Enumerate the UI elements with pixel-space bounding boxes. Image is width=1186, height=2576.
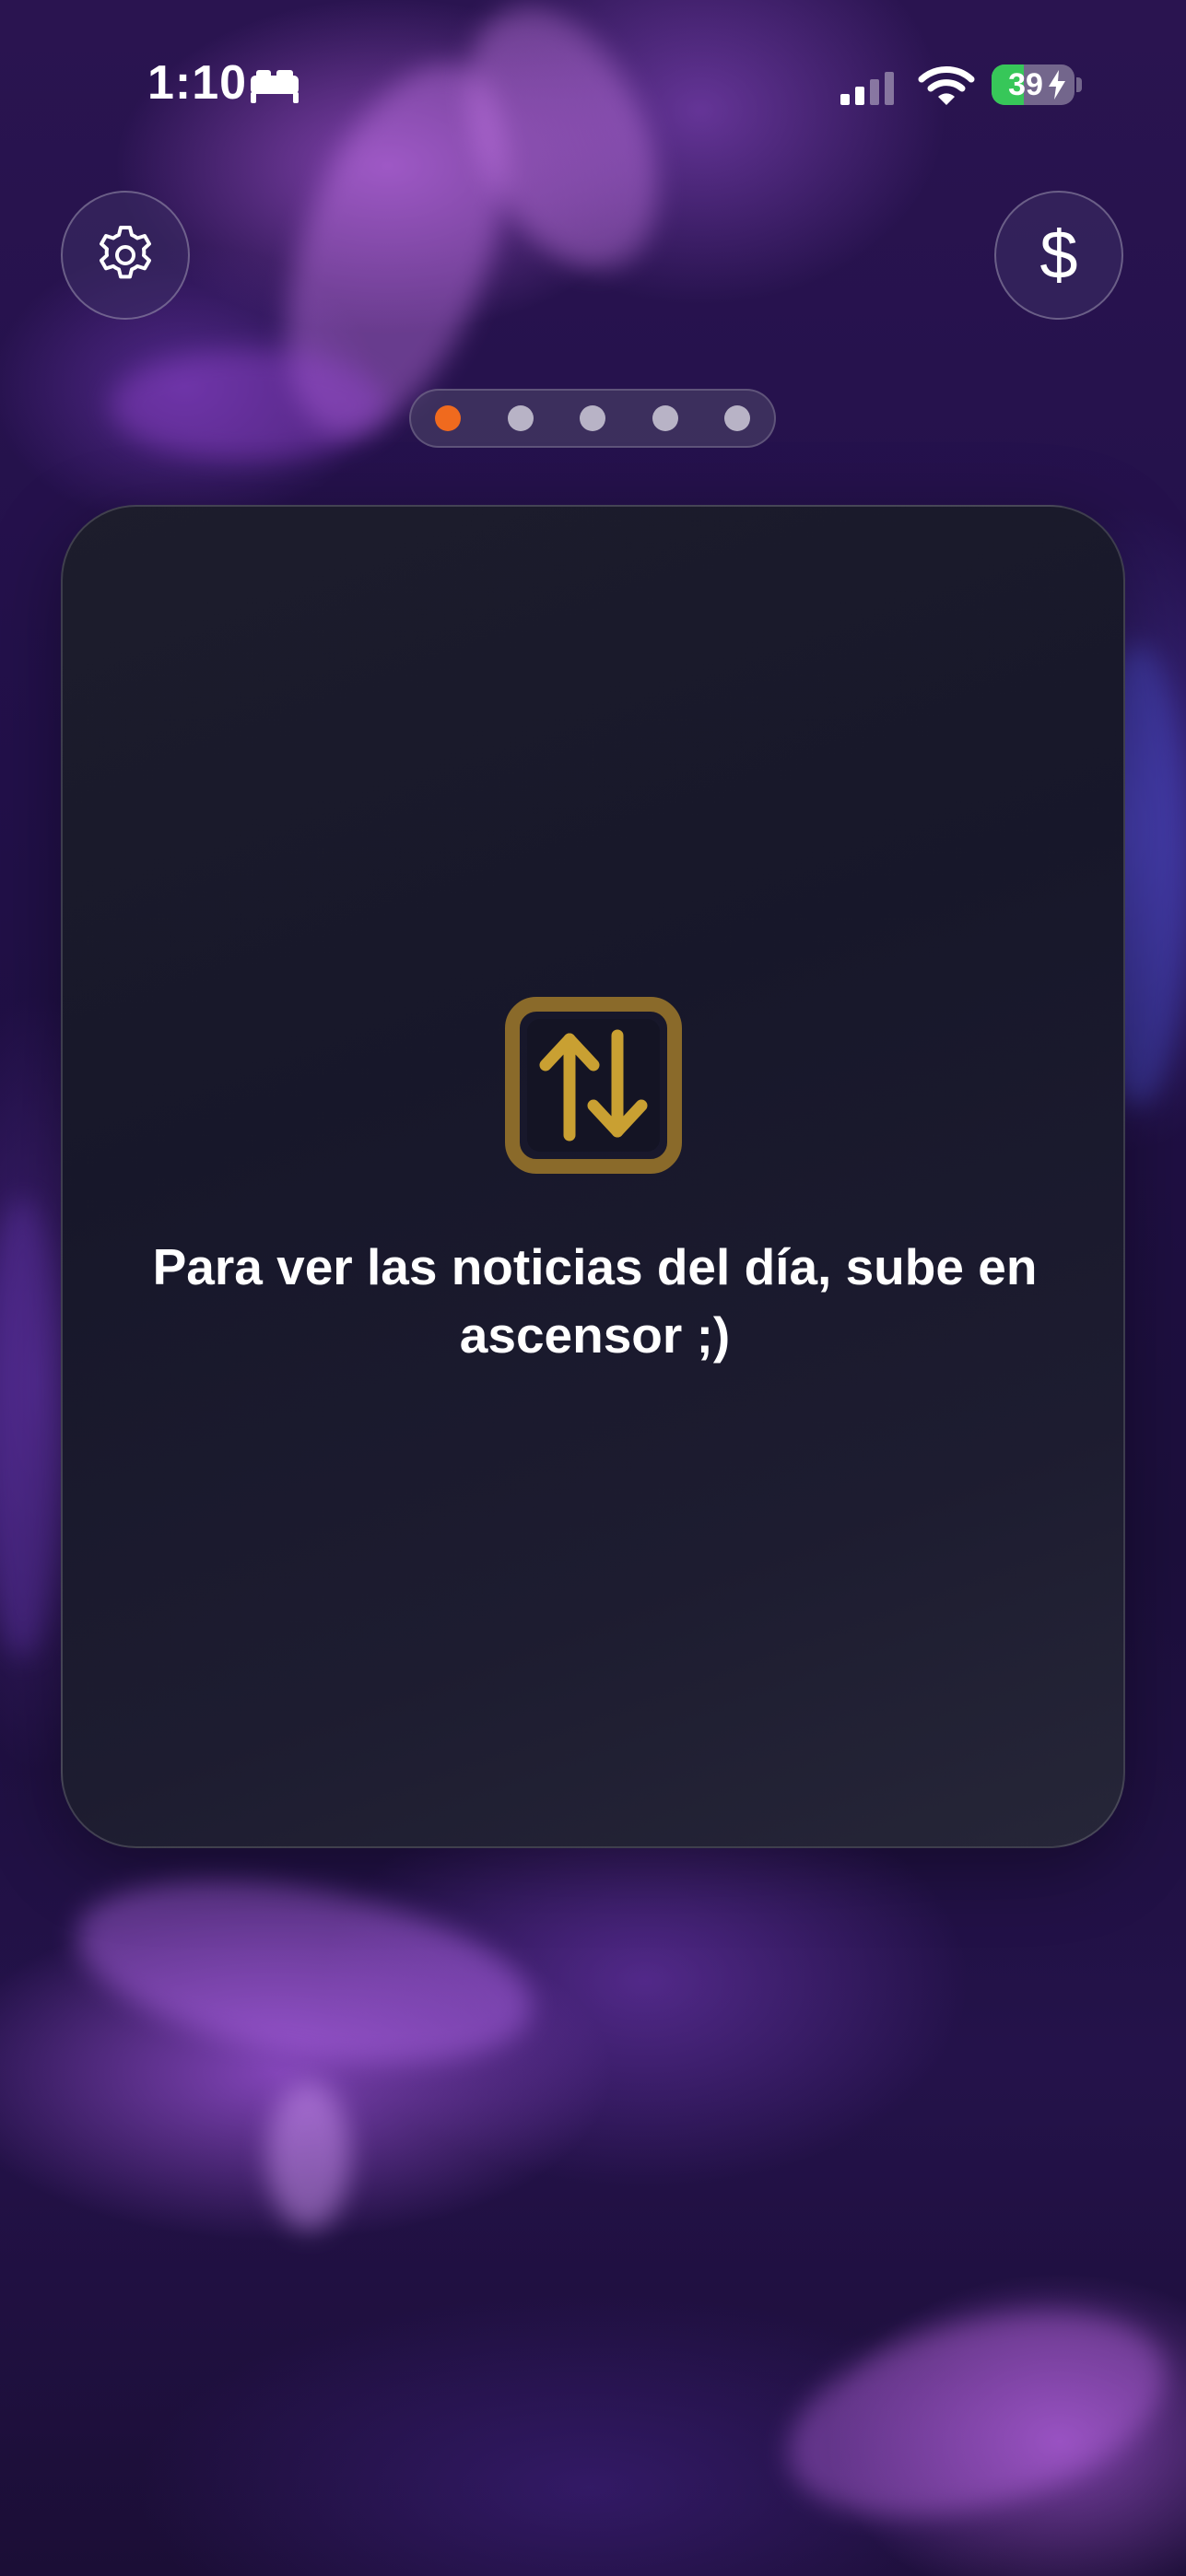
gear-icon xyxy=(100,226,151,279)
battery-indicator: 39 xyxy=(992,64,1074,105)
dollar-sign-icon: $ xyxy=(1039,217,1078,293)
page-dot[interactable] xyxy=(724,405,750,431)
news-card[interactable]: Para ver las noticias del día, sube en a… xyxy=(61,505,1125,1848)
currency-button[interactable]: $ xyxy=(994,191,1123,320)
status-bar: 1:10 39 xyxy=(0,0,1186,175)
bed-icon xyxy=(251,70,299,103)
page-dot[interactable] xyxy=(652,405,678,431)
page-dot[interactable] xyxy=(507,405,534,431)
wifi-icon xyxy=(918,66,975,105)
cellular-signal-icon xyxy=(840,72,894,105)
page-indicator[interactable] xyxy=(409,389,776,448)
battery-cap xyxy=(1076,77,1082,92)
page-dot[interactable] xyxy=(580,405,605,431)
card-message: Para ver las noticias del día, sube en a… xyxy=(152,1238,1038,1364)
status-time: 1:10 xyxy=(147,56,248,110)
settings-button[interactable] xyxy=(61,191,190,320)
charging-bolt-icon xyxy=(1049,70,1065,100)
page-dot-active[interactable] xyxy=(435,405,461,431)
elevator-up-down-icon xyxy=(505,997,682,1174)
